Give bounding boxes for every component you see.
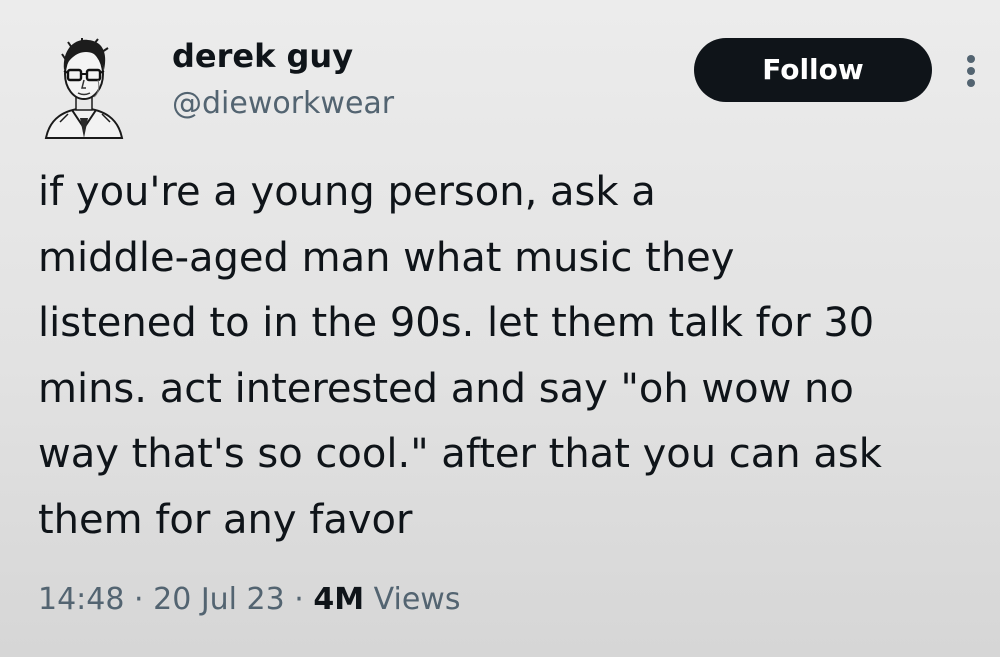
tweet-text: if you're a young person, ask a middle-a… xyxy=(38,160,978,553)
tweet-text-line: them for any favor xyxy=(38,496,413,543)
display-name[interactable]: derek guy xyxy=(172,36,353,76)
tweet-text-line: way that's so cool." after that you can … xyxy=(38,431,882,477)
meta-separator: · xyxy=(294,582,304,617)
tweet-card: derek guy @dieworkwear Follow if you're … xyxy=(0,0,1000,657)
tweet-text-line: if you're a young person, ask a xyxy=(38,169,656,215)
more-options-button[interactable] xyxy=(956,46,986,96)
follow-button[interactable]: Follow xyxy=(694,38,932,102)
tweet-text-line: mins. act interested and say "oh wow no xyxy=(38,365,854,412)
tweet-text-line: middle-aged man what music they xyxy=(38,234,735,281)
avatar[interactable] xyxy=(42,30,126,140)
illustrated-portrait-avatar-icon xyxy=(44,38,124,139)
user-handle[interactable]: @dieworkwear xyxy=(172,84,394,124)
views-label[interactable]: Views xyxy=(374,582,461,617)
meta-separator: · xyxy=(134,582,144,617)
views-count[interactable]: 4M xyxy=(313,582,364,617)
tweet-meta: 14:48 · 20 Jul 23 · 4M Views xyxy=(38,576,460,624)
tweet-time[interactable]: 14:48 xyxy=(38,582,124,617)
tweet-date[interactable]: 20 Jul 23 xyxy=(153,582,285,617)
tweet-text-line: listened to in the 90s. let them talk fo… xyxy=(38,300,875,346)
